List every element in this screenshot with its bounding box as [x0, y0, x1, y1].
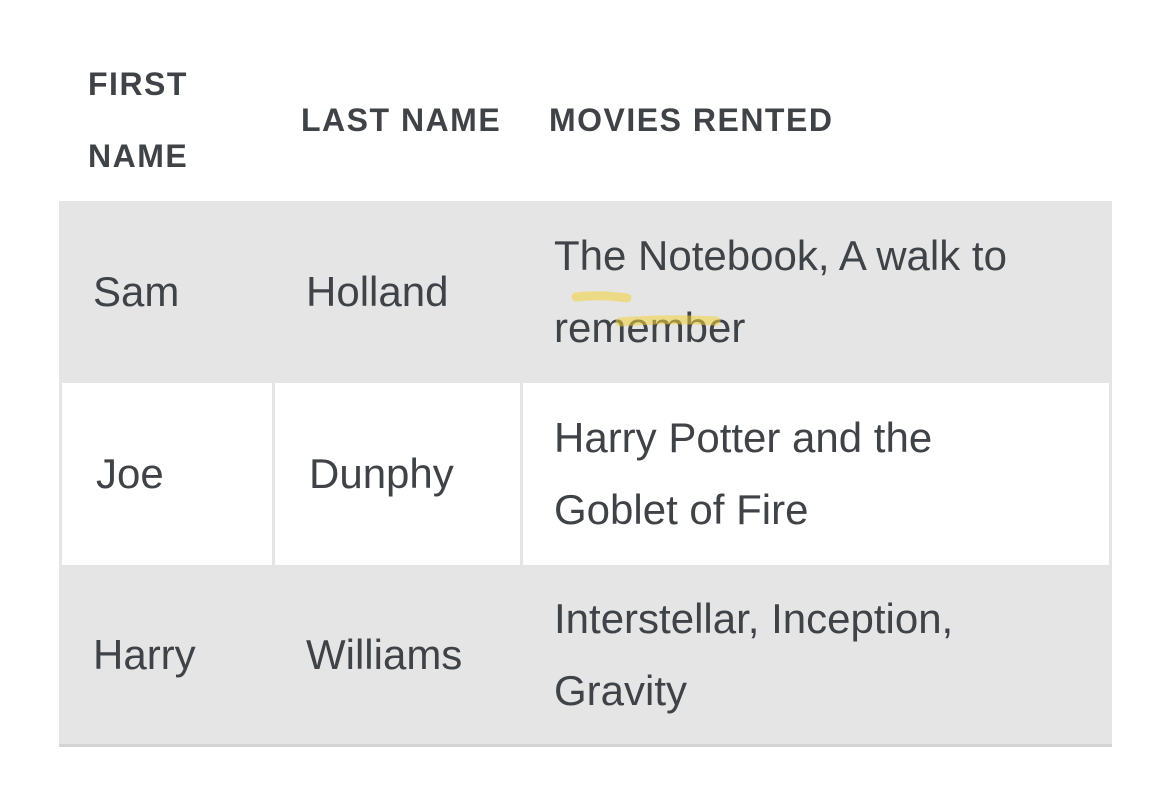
- cell-last-name: Dunphy: [275, 383, 520, 565]
- cell-first-name: Sam: [93, 268, 180, 315]
- cell-first-name: Joe: [62, 383, 272, 565]
- header-movies-rented: MOVIES RENTED: [549, 101, 834, 138]
- header-first-name: FIRST NAME: [88, 65, 189, 174]
- cell-movies: Harry Potter and the Goblet of Fire: [523, 383, 1109, 565]
- table-row: Harry Williams Interstellar, Inception, …: [59, 565, 1112, 747]
- rentals-table: FIRST NAME LAST NAME MOVIES RENTED Sam H…: [59, 38, 1112, 747]
- cell-movies: Interstellar, Inception, Gravity: [554, 594, 954, 714]
- cell-first-name: Harry: [93, 630, 196, 678]
- cell-movies: The Notebook, A walk to remember: [554, 232, 1007, 351]
- cell-last-name: Holland: [306, 268, 449, 315]
- header-last-name: LAST NAME: [301, 101, 502, 138]
- cell-last-name: Williams: [306, 630, 463, 678]
- table-header-row: FIRST NAME LAST NAME MOVIES RENTED: [59, 38, 1112, 201]
- table-row: Joe Dunphy Harry Potter and the Goblet o…: [59, 383, 1112, 565]
- table-row: Sam Holland The Notebook, A walk to reme…: [59, 201, 1112, 383]
